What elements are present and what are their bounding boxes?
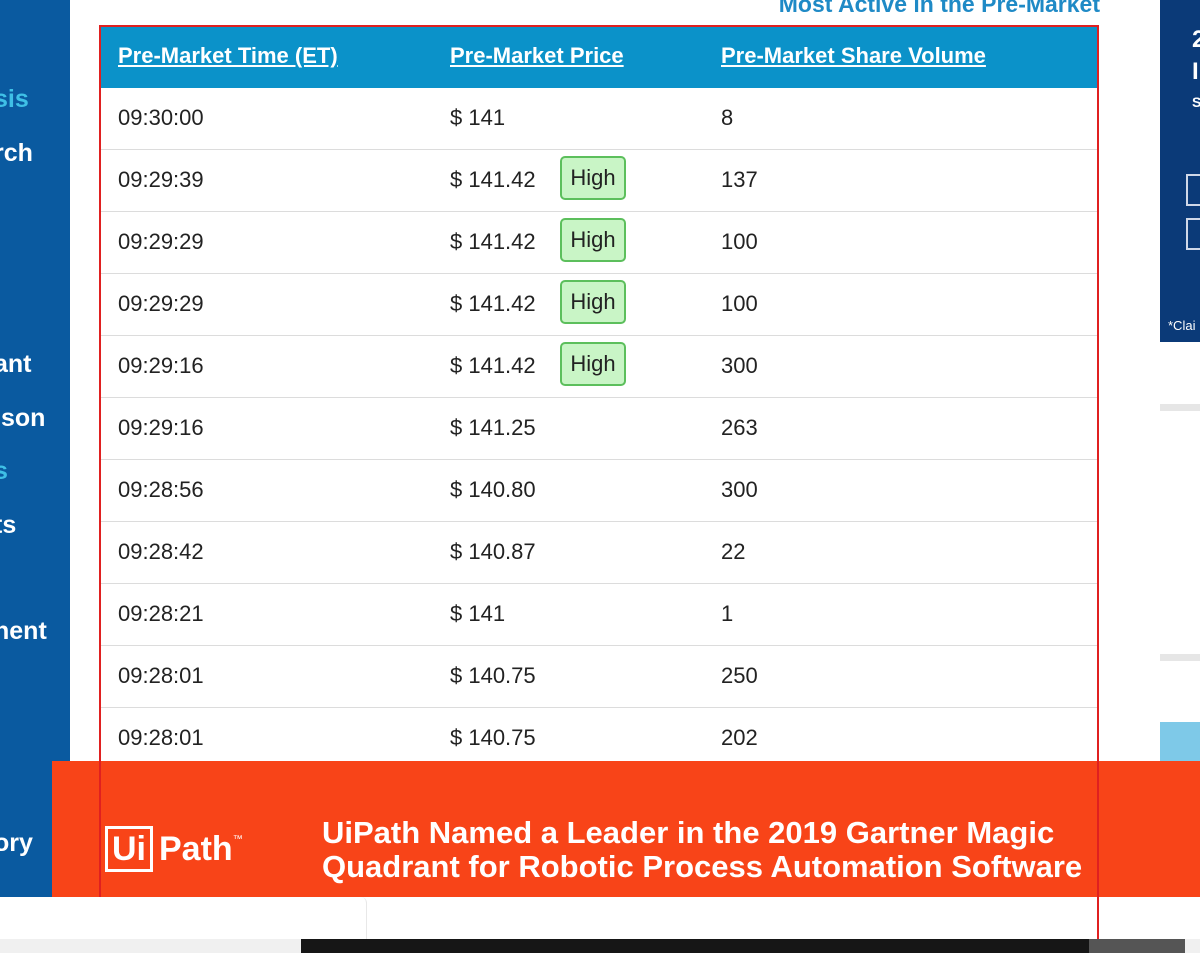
time-cell: 09:29:16 [118, 353, 204, 378]
section-title: Most Active in the Pre-Market [778, 0, 1100, 17]
bottom-panel [0, 897, 367, 941]
price-cell: $ 141 [450, 105, 506, 130]
pre-market-trades-table: Pre-Market Time (ET) Pre-Market Price Pr… [101, 26, 1098, 770]
table-row: 09:29:39 $ 141.42 High 137 [101, 150, 1098, 212]
table-header: Pre-Market Time (ET) Pre-Market Price Pr… [101, 26, 1098, 88]
volume-cell: 137 [721, 167, 758, 192]
volume-cell: 8 [721, 105, 734, 130]
banner-headline[interactable]: UiPath Named a Leader in the 2019 Gartne… [322, 816, 1182, 884]
price-cell: $ 141.42 [450, 167, 536, 192]
table-row: 09:29:29 $ 141.42 High 100 [101, 274, 1098, 336]
price-cell: $ 140.75 [450, 725, 536, 750]
sidebar-item[interactable]: s [0, 457, 8, 486]
price-cell: $ 140.75 [450, 663, 536, 688]
ad-text: I [1192, 58, 1199, 85]
price-cell: $ 140.87 [450, 539, 536, 564]
time-cell: 09:28:01 [118, 725, 204, 750]
price-cell: $ 141.42 [450, 353, 536, 378]
sidebar-item[interactable]: ory [0, 829, 33, 858]
table-body: 09:30:00 $ 141 8 09:29:39 $ 141.42 High 137 09:… [101, 88, 1098, 770]
time-cell: 09:28:56 [118, 477, 204, 502]
price-cell: $ 141.25 [450, 415, 536, 440]
time-cell: 09:29:29 [118, 291, 204, 316]
time-cell: 09:28:01 [118, 663, 204, 688]
volume-cell: 100 [721, 291, 758, 316]
table-row: 09:28:21 $ 141 1 [101, 584, 1098, 646]
volume-cell: 263 [721, 415, 758, 440]
table-row: 09:28:56 $ 140.80 300 [101, 460, 1098, 522]
header-volume-link[interactable]: Pre-Market Share Volume [721, 43, 986, 69]
scrollbar-thumb[interactable] [301, 939, 1089, 953]
table-row: 09:29:16 $ 141.25 263 [101, 398, 1098, 460]
page-bottom [0, 953, 1200, 978]
time-cell: 09:29:39 [118, 167, 204, 192]
price-cell: $ 141 [450, 601, 506, 626]
volume-cell: 1 [721, 601, 734, 626]
price-cell: $ 141.42 [450, 291, 536, 316]
volume-cell: 250 [721, 663, 758, 688]
high-badge: High [560, 280, 626, 324]
table-row: 09:28:01 $ 140.75 250 [101, 646, 1098, 708]
sidebar-item[interactable]: ant [0, 350, 32, 379]
sidebar-item[interactable]: sis [0, 85, 29, 114]
sidebar-item[interactable]: ison [0, 404, 45, 433]
price-cell: $ 140.80 [450, 477, 536, 502]
ad-disclaimer: *Clai [1168, 318, 1196, 333]
volume-cell: 202 [721, 725, 758, 750]
logo-tm: ™ [232, 833, 243, 845]
scrollbar-end [1089, 939, 1185, 953]
price-cell: $ 141.42 [450, 229, 536, 254]
volume-cell: 22 [721, 539, 746, 564]
ad-text: 2 [1192, 26, 1200, 53]
volume-cell: 100 [721, 229, 758, 254]
time-cell: 09:30:00 [118, 105, 204, 130]
logo-ui: Ui [105, 826, 153, 872]
sidebar-item[interactable]: nent [0, 617, 47, 646]
header-price-link[interactable]: Pre-Market Price [450, 43, 624, 69]
time-cell: 09:28:42 [118, 539, 204, 564]
uipath-logo: Ui Path ™ [105, 826, 243, 872]
divider [1160, 654, 1200, 661]
table-row: 09:30:00 $ 141 8 [101, 88, 1098, 150]
time-cell: 09:29:29 [118, 229, 204, 254]
high-badge: High [560, 218, 626, 262]
table-row: 09:28:42 $ 140.87 22 [101, 522, 1098, 584]
volume-cell: 300 [721, 477, 758, 502]
time-cell: 09:29:16 [118, 415, 204, 440]
header-time-link[interactable]: Pre-Market Time (ET) [118, 43, 338, 69]
table-row: 09:29:16 $ 141.42 High 300 [101, 336, 1098, 398]
logo-path: Path [159, 829, 233, 868]
divider [1160, 404, 1200, 411]
ad-input[interactable] [1186, 174, 1200, 206]
ad-graphic [1160, 722, 1200, 762]
high-badge: High [560, 156, 626, 200]
ad-input[interactable] [1186, 218, 1200, 250]
high-badge: High [560, 342, 626, 386]
ad-text: S [1192, 94, 1200, 110]
sidebar-item[interactable]: rch [0, 139, 33, 168]
volume-cell: 300 [721, 353, 758, 378]
side-ad[interactable]: 2 I S *Clai [1160, 0, 1200, 342]
uipath-banner-ad[interactable]: Ui Path ™ UiPath Named a Leader in the 2… [52, 761, 1200, 897]
table-row: 09:29:29 $ 141.42 High 100 [101, 212, 1098, 274]
time-cell: 09:28:21 [118, 601, 204, 626]
sidebar-item[interactable]: ts [0, 511, 16, 540]
